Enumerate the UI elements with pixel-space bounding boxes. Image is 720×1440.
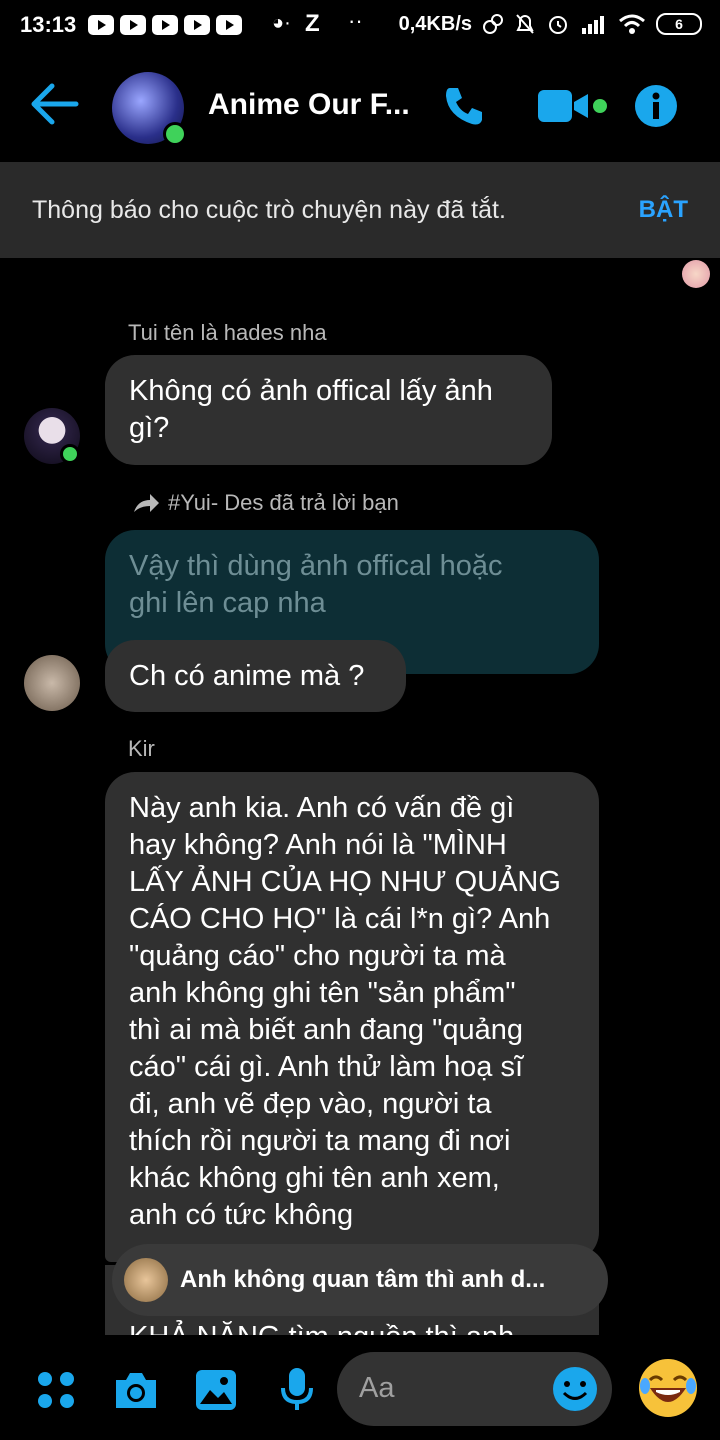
laughing-emoji-icon[interactable]	[636, 1356, 700, 1420]
reply-label-text: #Yui- Des đã trả lời bạn	[168, 490, 399, 515]
message-line: KHẢ NĂNG tìm nguồn thì anh	[129, 1321, 514, 1335]
reply-arrow-icon	[134, 494, 159, 512]
muted-notification-banner: Thông báo cho cuộc trò chuyện này đã tắt…	[0, 162, 720, 258]
chat-header: Anime Our F...	[0, 52, 720, 162]
banner-text: Thông báo cho cuộc trò chuyện này đã tắt…	[32, 196, 506, 224]
notification-icons	[88, 15, 242, 35]
message-placeholder: Aa	[359, 1372, 395, 1404]
camera-icon[interactable]	[112, 1368, 160, 1412]
message-line: Không có ảnh offical lấy ảnh	[129, 375, 493, 407]
new-message-preview[interactable]: Anh không quan tâm thì anh d...	[112, 1244, 608, 1316]
turn-on-button[interactable]: BẬT	[639, 196, 688, 224]
phone-call-icon[interactable]	[442, 84, 486, 128]
message-line: thì ai mà biết anh đang "quảng	[129, 1014, 524, 1046]
wifi-icon	[619, 14, 645, 34]
quoted-line: Vậy thì dùng ảnh offical hoặc	[129, 550, 503, 582]
message-line: khác không ghi tên anh xem,	[129, 1162, 500, 1194]
reply-label: #Yui- Des đã trả lời bạn	[132, 490, 399, 516]
message-bubble[interactable]: Này anh kia. Anh có vấn đề gì hay không?…	[105, 772, 599, 1262]
emoji-icon[interactable]	[552, 1366, 598, 1412]
message-bubble[interactable]: Ch có anime mà ?	[105, 640, 406, 712]
quoted-line: ghi lên cap nha	[129, 587, 326, 619]
online-indicator	[60, 444, 80, 464]
message-line: "quảng cáo" cho người ta mà	[129, 940, 506, 972]
sender-avatar[interactable]	[24, 655, 80, 711]
message-bubble[interactable]: Không có ảnh offical lấy ảnh gì?	[105, 355, 552, 465]
status-bar: 13:13 ◕· Z ·· 0,4KB/s 6	[0, 0, 720, 52]
youtube-icon	[88, 15, 114, 35]
message-line: CÁO CHO HỌ" là cái l*n gì? Anh	[129, 903, 551, 935]
net-speed: 0,4KB/s	[398, 12, 472, 35]
message-line: anh không ghi tên "sản phẩm"	[129, 977, 516, 1009]
message-line: hay không? Anh nói là "MÌNH	[129, 829, 507, 861]
battery-indicator: 6	[656, 13, 702, 35]
youtube-icon	[152, 15, 178, 35]
message-line: anh có tức không	[129, 1199, 354, 1231]
youtube-icon	[216, 15, 242, 35]
youtube-icon	[184, 15, 210, 35]
alarm-icon	[549, 16, 567, 34]
message-line: Này anh kia. Anh có vấn đề gì	[129, 792, 515, 824]
sender-name: Tui tên là hades nha	[128, 320, 327, 345]
seen-avatar	[682, 260, 710, 288]
video-call-icon[interactable]	[536, 86, 610, 126]
message-line: đi, anh vẽ đẹp vào, người ta	[129, 1088, 492, 1120]
link-icon	[483, 14, 503, 34]
more-dots-icon: ··	[348, 8, 363, 33]
online-indicator	[163, 122, 187, 146]
mute-bell-icon	[516, 14, 534, 34]
signal-icon	[582, 16, 604, 34]
message-line: LẤY ẢNH CỦA HỌ NHƯ QUẢNG	[129, 866, 561, 898]
status-time: 13:13	[20, 12, 77, 37]
gallery-icon[interactable]	[194, 1368, 238, 1412]
search-lens-icon: ◕·	[272, 12, 291, 34]
message-line: Ch có anime mà ?	[129, 660, 365, 692]
message-line: thích rồi người ta mang đi nơi	[129, 1125, 511, 1157]
zalo-icon: Z	[305, 10, 320, 37]
preview-text: Anh không quan tâm thì anh d...	[180, 1266, 546, 1293]
chat-title[interactable]: Anime Our F...	[208, 88, 410, 122]
apps-grid-icon[interactable]	[36, 1370, 76, 1410]
message-input[interactable]: Aa	[337, 1352, 612, 1426]
info-icon[interactable]	[634, 84, 678, 128]
back-arrow-icon[interactable]	[30, 82, 80, 126]
preview-avatar	[124, 1258, 168, 1302]
composer-bar: Aa	[0, 1340, 720, 1440]
youtube-icon	[120, 15, 146, 35]
sender-name: Kir	[128, 736, 155, 761]
message-line: cáo" cái gì. Anh thử làm hoạ sĩ	[129, 1051, 524, 1083]
microphone-icon[interactable]	[280, 1366, 314, 1414]
message-line: gì?	[129, 412, 170, 444]
